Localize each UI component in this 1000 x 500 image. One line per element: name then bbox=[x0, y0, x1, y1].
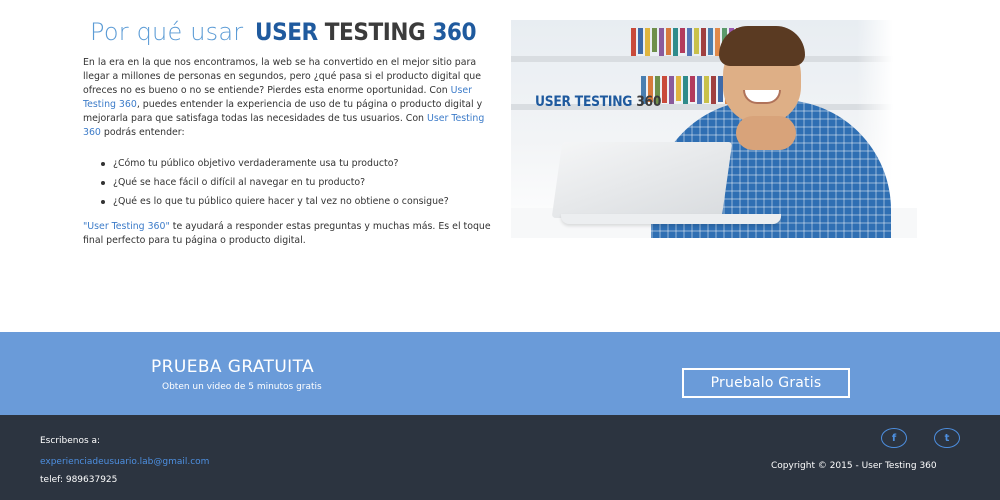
intro-section: Por qué usar USER TESTING 360 En la era … bbox=[0, 0, 1000, 332]
twitter-icon[interactable]: t bbox=[934, 428, 960, 448]
person-hand bbox=[736, 116, 796, 150]
hero-image: USER TESTING 360 bbox=[511, 20, 917, 238]
intro-paragraph-text-3: podrás entender: bbox=[100, 127, 185, 138]
free-trial-banner: PRUEBA GRATUITA Obten un video de 5 minu… bbox=[0, 332, 1000, 415]
headline-brand: USER TESTING 360 bbox=[255, 18, 477, 46]
list-item: ¿Cómo tu público objetivo verdaderamente… bbox=[101, 157, 493, 176]
headline-prefix: Por qué usar bbox=[90, 18, 244, 46]
intro-paragraph-text-2: , puedes entender la experiencia de uso … bbox=[83, 99, 483, 124]
headline-brand-360: 360 bbox=[432, 18, 477, 46]
try-free-button[interactable]: Pruebalo Gratis bbox=[682, 368, 850, 398]
closing-link-user-testing[interactable]: "User Testing 360" bbox=[83, 221, 170, 232]
facebook-icon[interactable]: f bbox=[881, 428, 907, 448]
intro-paragraph: En la era en la que nos encontramos, la … bbox=[83, 56, 493, 140]
closing-paragraph: "User Testing 360" te ayudará a responde… bbox=[83, 220, 493, 248]
page: Por qué usar USER TESTING 360 En la era … bbox=[0, 0, 1000, 500]
facebook-glyph: f bbox=[891, 432, 897, 444]
free-trial-subtitle: Obten un video de 5 minutos gratis bbox=[162, 382, 322, 392]
laptop-icon bbox=[551, 142, 733, 218]
contact-email-link[interactable]: experienciadeusuario.lab@gmail.com bbox=[40, 457, 209, 467]
hero-logo-number: 360 bbox=[636, 94, 662, 110]
contact-label: Escribenos a: bbox=[40, 436, 101, 446]
benefits-list: ¿Cómo tu público objetivo verdaderamente… bbox=[101, 157, 493, 214]
hero-logo-text: USER TESTING bbox=[535, 94, 633, 110]
footer: Escribenos a: experienciadeusuario.lab@g… bbox=[0, 415, 1000, 500]
list-item: ¿Qué se hace fácil o difícil al navegar … bbox=[101, 176, 493, 195]
copyright-text: Copyright © 2015 - User Testing 360 bbox=[771, 461, 937, 471]
headline-brand-testing: TESTING bbox=[325, 18, 426, 46]
intro-text-block: Por qué usar USER TESTING 360 En la era … bbox=[83, 18, 493, 248]
intro-paragraph-text-1: En la era en la que nos encontramos, la … bbox=[83, 57, 482, 96]
headline-brand-user: USER bbox=[255, 18, 319, 46]
hero-logo: USER TESTING 360 bbox=[535, 94, 661, 110]
contact-phone: telef: 989637925 bbox=[40, 475, 118, 485]
page-title: Por qué usar USER TESTING 360 bbox=[83, 18, 493, 54]
twitter-glyph: t bbox=[944, 432, 950, 444]
free-trial-title: PRUEBA GRATUITA bbox=[151, 357, 315, 377]
laptop-base bbox=[561, 214, 781, 224]
person-hair bbox=[719, 26, 805, 66]
list-item: ¿Qué es lo que tu público quiere hacer y… bbox=[101, 195, 493, 214]
